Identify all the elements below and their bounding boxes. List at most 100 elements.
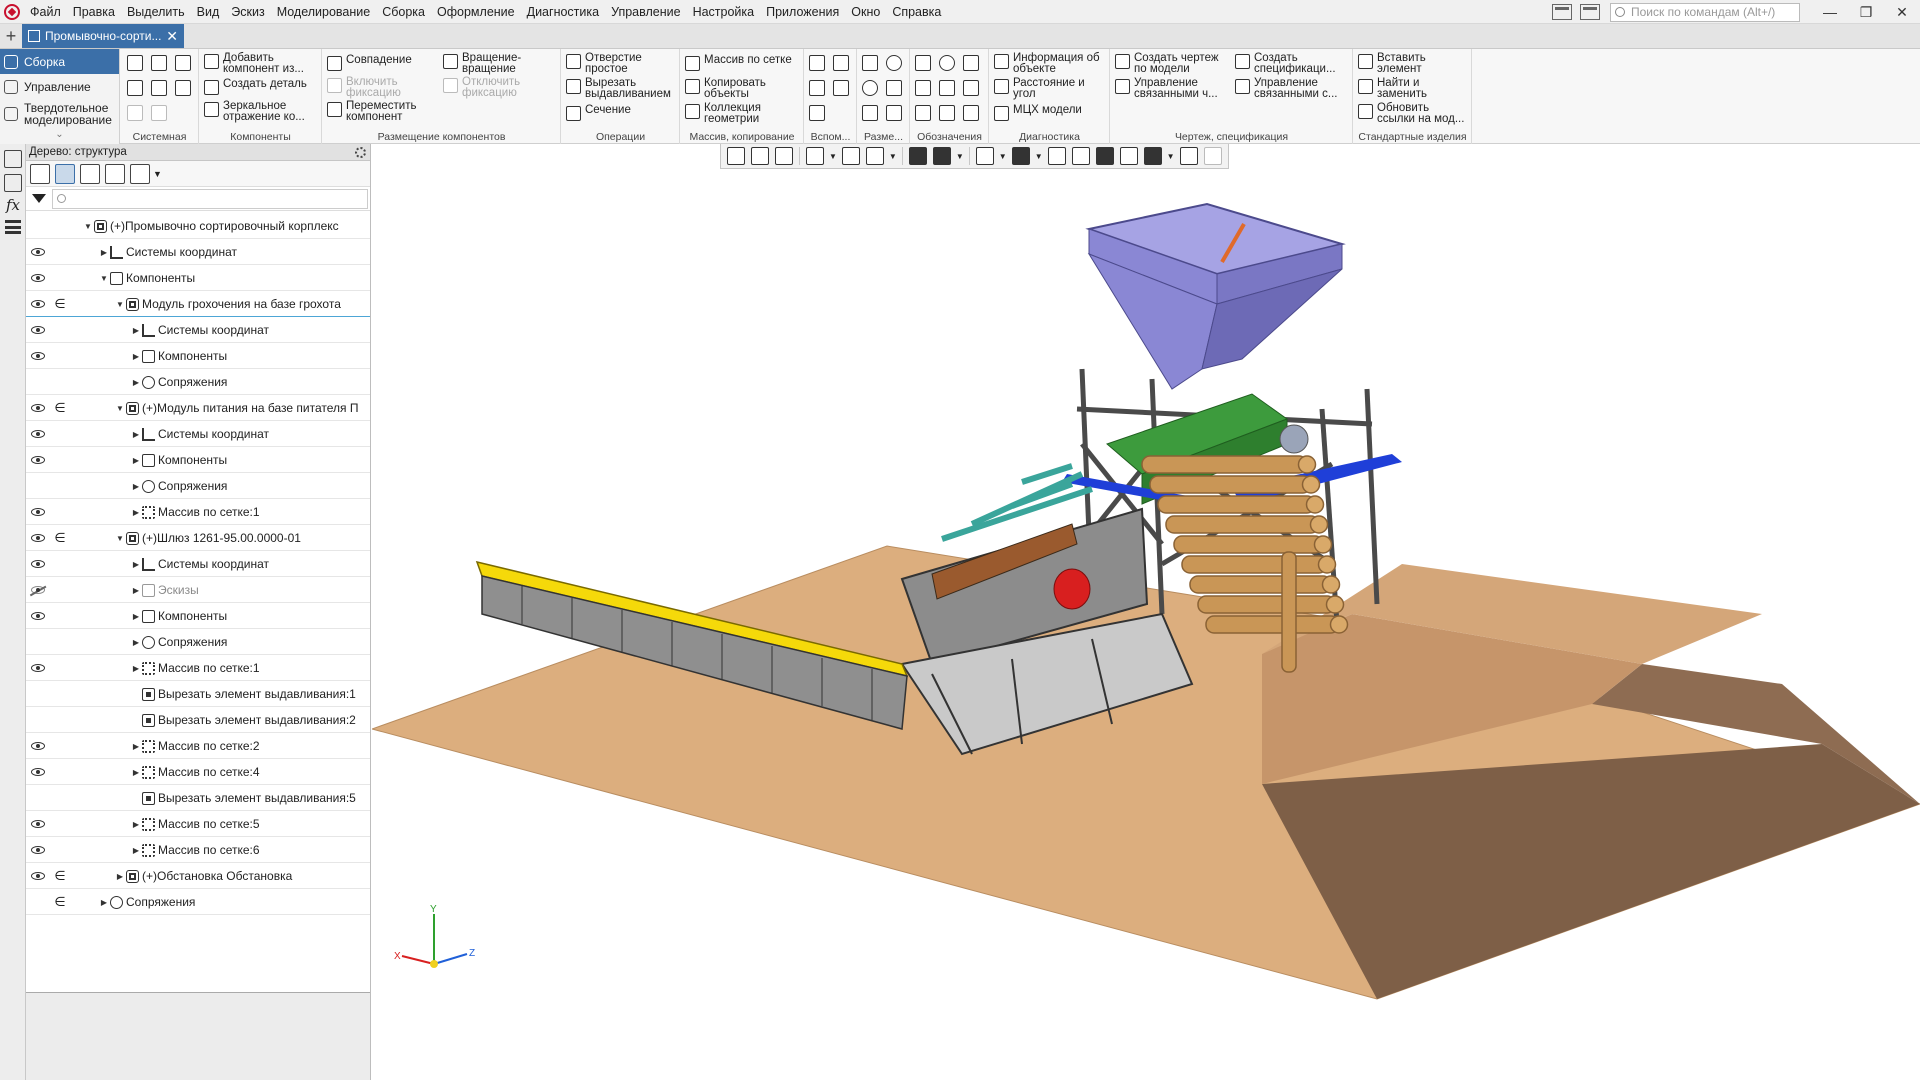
- restore-button[interactable]: ❐: [1848, 0, 1884, 24]
- include-column[interactable]: [50, 265, 70, 290]
- eye-icon[interactable]: [31, 846, 45, 854]
- eye-icon[interactable]: [31, 612, 45, 620]
- eye-icon[interactable]: [31, 742, 45, 750]
- tree-row[interactable]: ∈ ▼ Модуль грохочения на базе грохота: [26, 291, 370, 317]
- tree-node[interactable]: ▶ Системы координат: [130, 421, 269, 446]
- plane-icon[interactable]: [809, 55, 825, 71]
- menu-item[interactable]: Вид: [191, 0, 226, 24]
- text-icon[interactable]: [939, 105, 955, 121]
- view-cube-icon[interactable]: [908, 147, 927, 165]
- leader-icon[interactable]: [915, 55, 931, 71]
- expand-arrow-icon[interactable]: ▶: [130, 742, 142, 751]
- tree-node[interactable]: ▼ Компоненты: [98, 265, 195, 290]
- include-column[interactable]: [50, 707, 70, 732]
- eye-icon[interactable]: [31, 274, 45, 282]
- visibility-column[interactable]: [26, 473, 50, 498]
- chevron-down-icon[interactable]: ▼: [1035, 152, 1043, 161]
- section-button[interactable]: Сечение: [566, 104, 676, 121]
- chevron-down-icon[interactable]: ▼: [956, 152, 964, 161]
- menu-item[interactable]: Моделирование: [271, 0, 377, 24]
- angle-dim-icon[interactable]: [886, 80, 902, 96]
- cut-extrude-button[interactable]: Вырезать выдавливанием: [566, 77, 676, 100]
- tree-row[interactable]: ▶ Массив по сетке:6: [26, 837, 370, 863]
- move-component-button[interactable]: Переместить компонент: [327, 100, 437, 123]
- tree-row[interactable]: ▶ Системы координат: [26, 421, 370, 447]
- collapse-arrow-icon[interactable]: ▼: [114, 300, 126, 309]
- expand-arrow-icon[interactable]: ▶: [130, 586, 142, 595]
- tree-row[interactable]: ▶ Сопряжения: [26, 369, 370, 395]
- tree-row[interactable]: ▶ Системы координат: [26, 317, 370, 343]
- minimize-button[interactable]: —: [1812, 0, 1848, 24]
- visibility-column[interactable]: [26, 369, 50, 394]
- command-search-input[interactable]: Поиск по командам (Alt+/): [1610, 2, 1800, 22]
- axis-icon[interactable]: [833, 55, 849, 71]
- tree-node[interactable]: ▶ Сопряжения: [130, 369, 227, 394]
- tree-row[interactable]: Вырезать элемент выдавливания:5: [26, 785, 370, 811]
- eye-icon[interactable]: [31, 534, 45, 542]
- structure-view-icon[interactable]: [55, 163, 75, 184]
- visibility-column[interactable]: [26, 759, 50, 784]
- tree-options-icon[interactable]: [130, 163, 150, 184]
- filter-view-icon[interactable]: [1143, 147, 1162, 165]
- document-tab[interactable]: Промывочно-сорти... ✕: [22, 24, 184, 48]
- tree-node[interactable]: ▶ Массив по сетке:6: [130, 837, 260, 862]
- include-column[interactable]: [50, 603, 70, 628]
- visibility-column[interactable]: [26, 811, 50, 836]
- chevron-down-icon[interactable]: ▼: [999, 152, 1007, 161]
- collapse-arrow-icon[interactable]: ▼: [82, 222, 94, 231]
- include-column[interactable]: [50, 811, 70, 836]
- expand-arrow-icon[interactable]: ▶: [130, 378, 142, 387]
- collapse-arrow-icon[interactable]: ▼: [114, 534, 126, 543]
- expand-arrow-icon[interactable]: ▶: [130, 664, 142, 673]
- tree-view-icon[interactable]: [30, 163, 50, 184]
- menu-item[interactable]: Оформление: [431, 0, 521, 24]
- object-info-button[interactable]: Информация об объекте: [994, 52, 1108, 75]
- tree-row[interactable]: ∈ ▶ (+)Обстановка Обстановка: [26, 863, 370, 889]
- tree-node[interactable]: ▶ (+)Обстановка Обстановка: [114, 863, 292, 888]
- tree-node[interactable]: ▶ Компоненты: [130, 447, 227, 472]
- visibility-column[interactable]: [26, 785, 50, 810]
- lcs-icon[interactable]: [833, 80, 849, 96]
- toolset-assembly[interactable]: Сборка: [0, 49, 119, 74]
- eye-icon[interactable]: [31, 300, 45, 308]
- visibility-column[interactable]: [26, 265, 50, 290]
- position-icon[interactable]: [939, 55, 955, 71]
- tree-node[interactable]: ▼ (+)Промывочно сортировочный корплекс: [82, 213, 339, 238]
- visibility-column[interactable]: [26, 239, 50, 264]
- tree-row[interactable]: ▶ Компоненты: [26, 447, 370, 473]
- visibility-column[interactable]: [26, 291, 50, 316]
- expand-arrow-icon[interactable]: ▶: [98, 898, 110, 907]
- tree-row[interactable]: Вырезать элемент выдавливания:2: [26, 707, 370, 733]
- undo-icon[interactable]: [127, 105, 143, 121]
- open-file-icon[interactable]: [151, 55, 167, 71]
- zoom-icon[interactable]: [806, 147, 824, 165]
- toolset-solid-modeling[interactable]: Твердотельное моделирование: [0, 99, 119, 129]
- tree-node[interactable]: ▶ Компоненты: [130, 603, 227, 628]
- orient-icon[interactable]: [751, 147, 769, 165]
- display-mode-icon[interactable]: [1011, 147, 1030, 165]
- include-in-spec-icon[interactable]: ∈: [50, 889, 70, 914]
- menu-item[interactable]: Справка: [886, 0, 947, 24]
- tree-node[interactable]: ▶ Системы координат: [130, 551, 269, 576]
- weld-icon[interactable]: [963, 80, 979, 96]
- base-icon[interactable]: [915, 80, 931, 96]
- disable-fix-button[interactable]: Отключить фиксацию: [443, 76, 555, 99]
- mirror-button[interactable]: Зеркальное отражение ко...: [204, 100, 320, 123]
- eye-icon[interactable]: [31, 248, 45, 256]
- assembly-3d-scene[interactable]: Y X Z: [372, 144, 1920, 1080]
- include-in-spec-icon[interactable]: ∈: [50, 863, 70, 888]
- chevron-down-icon[interactable]: ▼: [829, 152, 837, 161]
- tree-node[interactable]: ▼ Модуль грохочения на базе грохота: [114, 291, 341, 316]
- eye-icon[interactable]: [31, 768, 45, 776]
- include-column[interactable]: [50, 213, 70, 238]
- point-icon[interactable]: [809, 80, 825, 96]
- preview-icon[interactable]: [151, 80, 167, 96]
- perspective-icon[interactable]: [1095, 147, 1114, 165]
- tree-row[interactable]: ▶ Сопряжения: [26, 629, 370, 655]
- tree-row[interactable]: ▶ Массив по сетке:2: [26, 733, 370, 759]
- eye-icon[interactable]: [31, 664, 45, 672]
- simple-hole-button[interactable]: Отверстие простое: [566, 52, 676, 75]
- dim-edit-icon[interactable]: [862, 105, 878, 121]
- tree-node[interactable]: ▶ Системы координат: [130, 317, 269, 342]
- visibility-column[interactable]: [26, 213, 50, 238]
